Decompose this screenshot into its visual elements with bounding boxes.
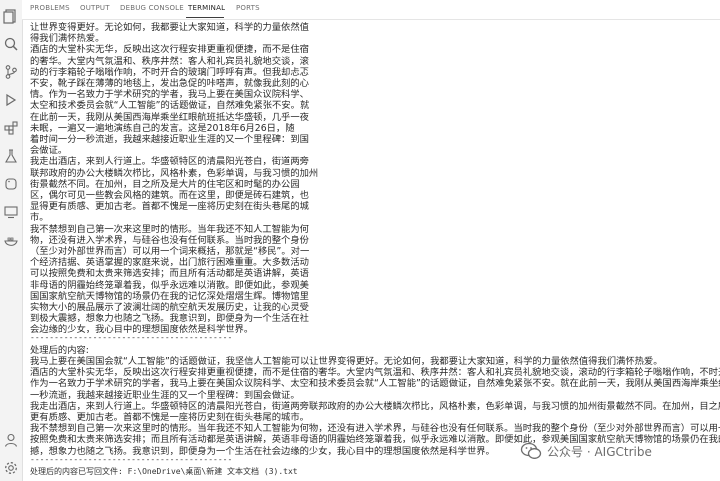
terminal-line: 不安，靴子踩在薄薄的地毯上，发出急促的咔嗒声，就像我此刻的心: [30, 78, 309, 90]
terminal-line: 的奢华。大堂内气氛温和、秩序井然：客人和礼宾员礼貌地交谈，滚: [30, 55, 309, 67]
terminal-line: 一秒流逝，我越来越接近职业生涯的又一个里程碑：到国会做证。: [30, 389, 300, 401]
watermark: 公众号 · AIGCtribe: [520, 440, 652, 462]
remote-explorer-icon[interactable]: [3, 204, 19, 220]
terminal-line: 显得更有质感、更加古老。首都不愧是一座将历史刻在街头巷尾的城: [30, 201, 309, 213]
terminal-line: 着时间一分一秒流逝，我越来越接近职业生涯的又一个里程碑：到国: [30, 134, 309, 146]
terminal-line: 太空和技术委员会就“人工智能”的话题做证，自然难免紧张不安。就: [30, 100, 310, 112]
source-control-icon[interactable]: [3, 64, 19, 80]
terminal-line: 街景截然不同。在加州，目之所及是大片的住宅区和时髦的办公园: [30, 178, 300, 190]
extensions-icon[interactable]: [3, 120, 19, 136]
watermark-text: 公众号 · AIGCtribe: [547, 444, 652, 459]
tab-terminal[interactable]: TERMINAL: [188, 4, 225, 12]
terminal-line: 动的行李箱轮子嗡嗡作响，不时开合的玻璃门呼呼有声。但我却忐忑: [30, 66, 309, 78]
wechat-icon: [520, 442, 542, 459]
explorer-icon[interactable]: [3, 8, 19, 24]
terminal-line: 实物大小的展品展示了波澜壮阔的航空航天发展历史，让我的心灵受: [30, 302, 309, 314]
python-icon[interactable]: [3, 176, 19, 192]
terminal-line: 我走出酒店，来到人行道上。华盛顿特区的清晨阳光苍白，街道两旁: [30, 156, 309, 168]
run-debug-icon[interactable]: [3, 92, 19, 108]
terminal-line: 我马上要在美国国会就“人工智能”的话题做证，我坚信人工智能可以让世界变得更好。无…: [30, 356, 663, 367]
panel-tabs: PROBLEMS OUTPUT DEBUG CONSOLE TERMINAL P…: [22, 0, 720, 20]
terminal-line: 我不禁想到自己第一次来这里时的情形。当年我还不知人工智能为何: [30, 223, 309, 235]
terminal-line: 区，偶尔可见一些教会风格的建筑。而在这里，即便是砖石建筑，也: [30, 190, 309, 202]
terminal-line: 市。: [30, 212, 49, 224]
terminal-line: （至少对外部世界而言）可以用一个词来概括，那就是“移民”。对一: [30, 246, 310, 258]
terminal-line: 得我们满怀热爱。: [30, 33, 105, 45]
docker-icon[interactable]: [3, 232, 19, 248]
terminal-line: 在此前一天，我刚从美国西海岸乘坐红眼航班抵达华盛顿，几乎一夜: [30, 111, 309, 123]
terminal-line: 到极大震撼，想象力也随之飞扬。我意识到，即便身为一个生活在社: [30, 313, 309, 325]
terminal-line: 国国家航空航天博物馆的场景仍在我的记忆深处熠熠生辉。博物馆里: [30, 290, 309, 302]
terminal-line: 酒店的大堂朴实无华，反映出这次行程安排更重视便捷，而不是住宿: [30, 44, 309, 56]
tab-problems[interactable]: PROBLEMS: [30, 4, 70, 12]
terminal-line: 更有质感、更加古老。首都不愧是一座将历史刻在街头巷尾的城市。: [30, 412, 309, 424]
tab-ports[interactable]: PORTS: [236, 4, 260, 12]
account-icon[interactable]: [3, 432, 19, 448]
saved-file-message: 处理后的内容已写回文件: F:\OneDrive\桌面\新建 文本文档 (3).…: [30, 467, 298, 476]
tab-output[interactable]: OUTPUT: [80, 4, 110, 12]
terminal-line: 联邦政府的办公大楼鳞次栉比，风格朴素，色彩单调，与我习惯的加州: [30, 167, 319, 179]
terminal-line: 情。作为一名致力于学术研究的学者，我马上要在美国众议院科学、: [30, 89, 309, 101]
terminal-line: 物，还没有进入学术界，与硅谷也没有任何联系。当时我的整个身份: [30, 234, 309, 246]
terminal-line: 我走出酒店，来到人行道上。华盛顿特区的清晨阳光苍白，街道两旁联邦政府的办公大楼鳞…: [30, 400, 720, 412]
search-icon[interactable]: [3, 36, 19, 52]
narrow-paragraph-block: 让世界变得更好。无论如何，我都要让大家知道，科学的力量依然值 得我们满怀热爱。 …: [30, 22, 319, 336]
terminal-output[interactable]: 让世界变得更好。无论如何，我都要让大家知道，科学的力量依然值 得我们满怀热爱。 …: [30, 22, 720, 481]
terminal-line: 非母语的阴霾始终笼罩着我，似乎永远难以消散。即便如此，参观美: [30, 279, 309, 291]
testing-icon[interactable]: [3, 148, 19, 164]
terminal-line: 个经济拮据、英语掌握的家庭来说，出门旅行困难重重。大多数活动: [30, 257, 309, 269]
tab-debug-console[interactable]: DEBUG CONSOLE: [120, 4, 184, 12]
separator-line: ----------------------------------------…: [30, 333, 233, 342]
active-tab-indicator: [186, 17, 224, 18]
terminal-line: 作为一名致力于学术研究的学者，我马上要在美国众议院科学、太空和技术委员会就“人工…: [30, 378, 720, 390]
terminal-line: 我不禁想到自己第一次来这里时的情形。当年我还不知人工智能为何物，还没有进入学术界…: [30, 423, 720, 435]
processed-content-label: 处理后的内容:: [30, 345, 89, 356]
settings-gear-icon[interactable]: [3, 460, 19, 476]
terminal-line: 可以按照免费和太贵来筛选安排；而且所有活动都是英语讲解，英语: [30, 268, 309, 280]
terminal-line: 会做证。: [30, 145, 68, 157]
terminal-line: 酒店的大堂朴实无华，反映出这次行程安排更重视便捷，而不是住宿的奢华。大堂内气氛温…: [30, 367, 720, 379]
activity-bar: [0, 0, 23, 481]
terminal-line: 未眠，一遍又一遍地演练自己的发言。这是2018年6月26日，随: [30, 122, 295, 134]
terminal-line: 让世界变得更好。无论如何，我都要让大家知道，科学的力量依然值: [30, 22, 309, 33]
separator-line: ----------------------------------------…: [30, 455, 233, 464]
